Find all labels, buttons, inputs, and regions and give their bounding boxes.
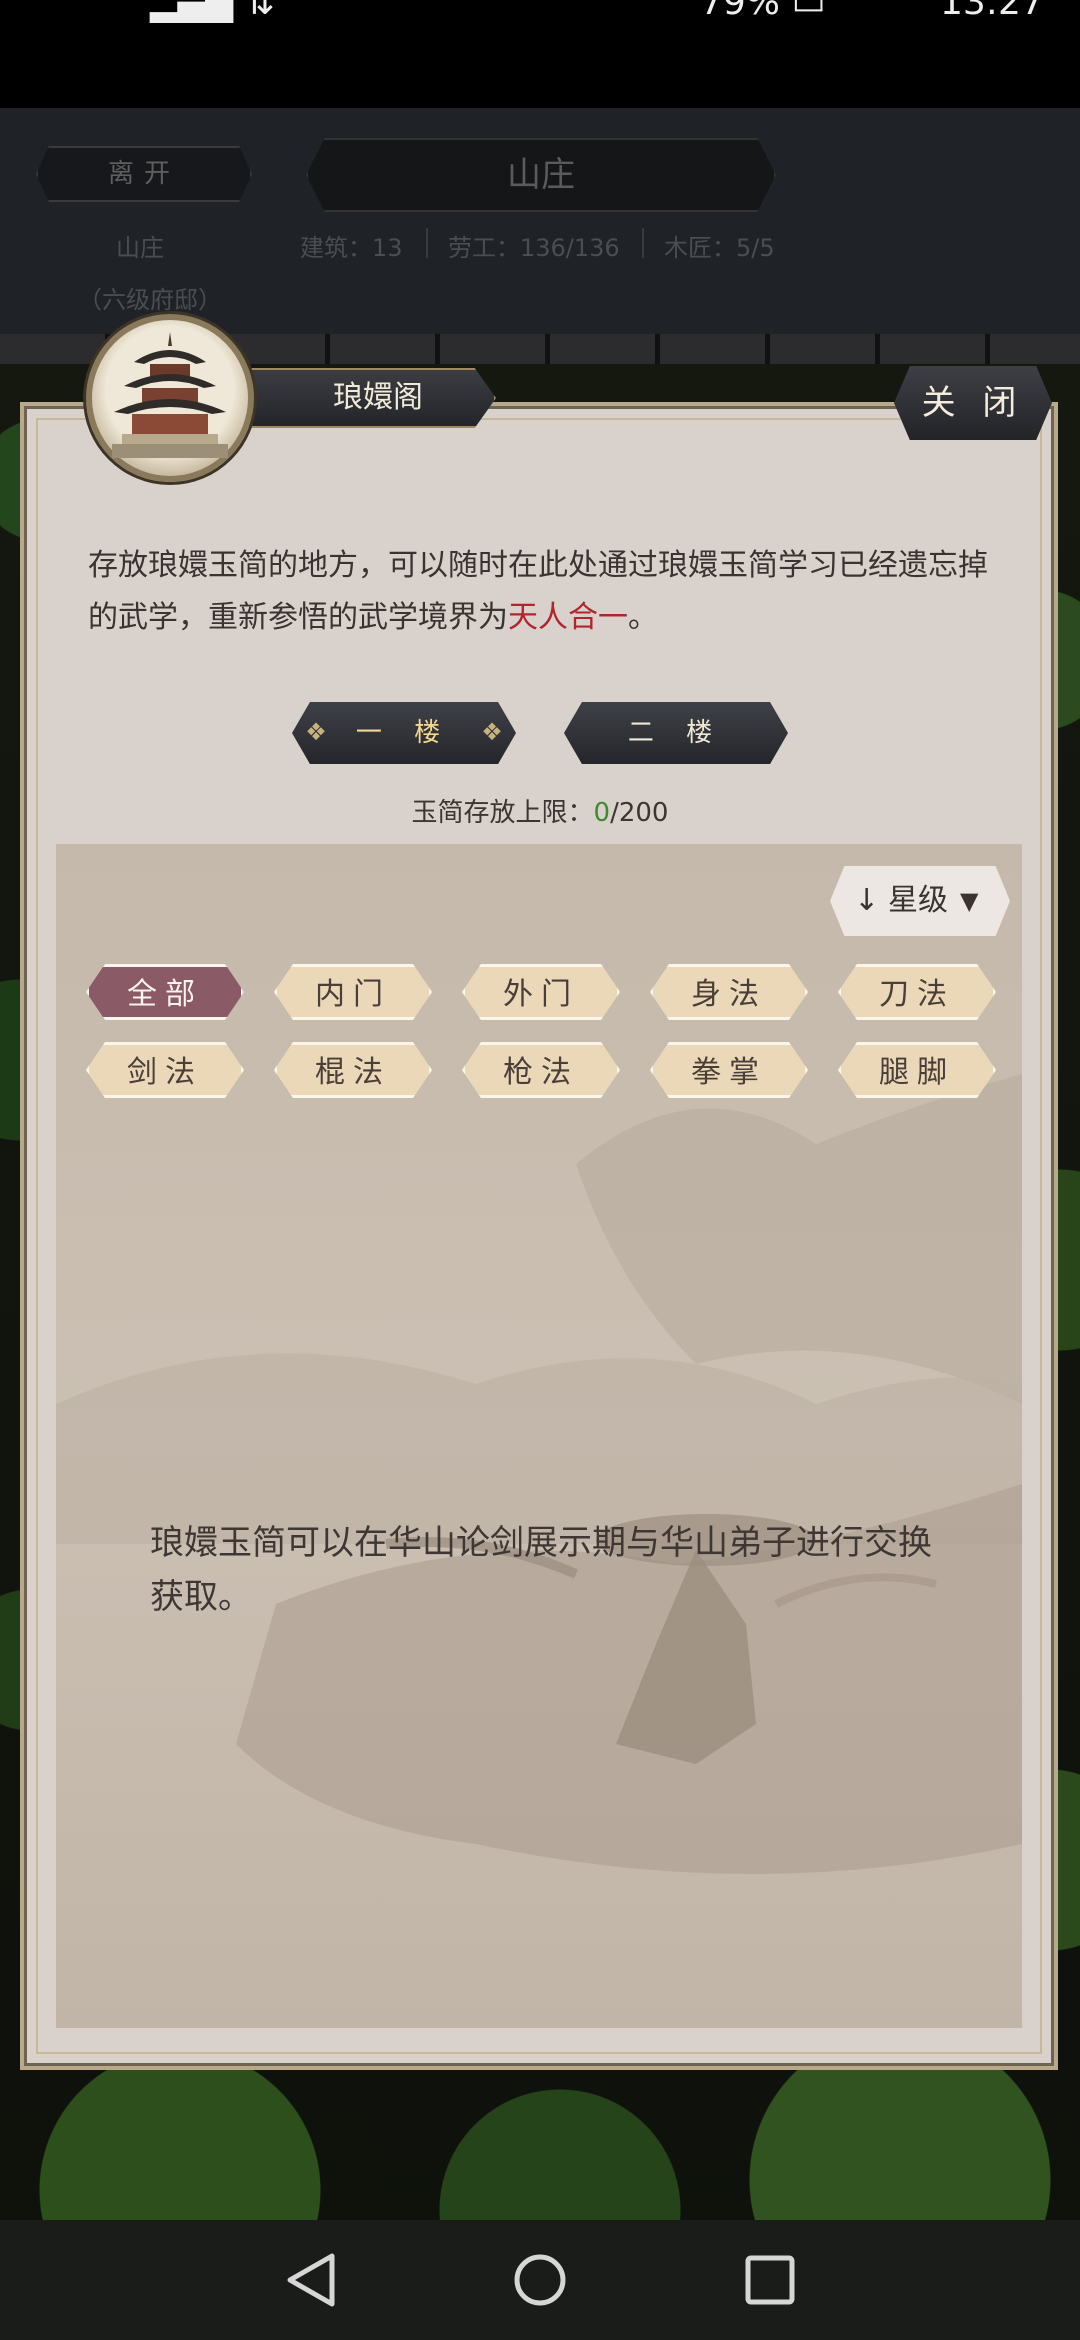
arrow-down-icon: ↓ [854, 883, 880, 918]
capacity-current: 0 [593, 798, 611, 828]
close-button[interactable]: 关 闭 [894, 366, 1052, 440]
floor-2-tab[interactable]: 二 楼 [564, 702, 788, 764]
floor-1-tab[interactable]: ❖ 一 楼 ❖ [292, 702, 516, 764]
ink-landscape-illustration [56, 1074, 1022, 1874]
clock: 13:27 [940, 0, 1044, 23]
stat-carpenters: 木匠：5/5 [664, 234, 775, 262]
triangle-down-icon: ▼ [960, 887, 979, 915]
storage-capacity: 玉简存放上限：0/200 [0, 792, 1080, 829]
filter-inner[interactable]: 内门 [274, 964, 432, 1020]
battery-indicator: 79% ▭ [700, 0, 825, 23]
filter-all[interactable]: 全部 [86, 964, 244, 1020]
filter-movement[interactable]: 身法 [650, 964, 808, 1020]
filter-outer[interactable]: 外门 [462, 964, 620, 1020]
scroll-list-area[interactable] [56, 844, 1022, 2028]
divider [642, 228, 644, 258]
empty-list-message: 琅嬛玉简可以在华山论剑展示期与华山弟子进行交换获取。 [150, 1523, 932, 1617]
stat-labor: 劳工：136/136 [448, 234, 620, 262]
estate-level: （六级府邸） [78, 286, 222, 314]
navigation-bar [0, 2220, 1080, 2340]
divider [426, 228, 428, 258]
sort-label: 星级 [888, 883, 948, 918]
stat-buildings: 建筑：13 [300, 234, 403, 262]
sort-star-button[interactable]: ↓ 星级 ▼ [830, 866, 1010, 936]
battery-percent: 79% [700, 0, 781, 23]
signal-icon: ▂▄▆ ⇅ [150, 0, 275, 23]
estate-name: 山庄 [116, 234, 164, 262]
floor-2-label: 二 楼 [627, 718, 725, 748]
status-bar: ▂▄▆ ⇅ 79% ▭ 13:27 [0, 0, 1080, 108]
panel-title: 琅嬛阁 [230, 368, 496, 428]
estate-title: 山庄 [306, 138, 776, 212]
capacity-label: 玉简存放上限： [411, 798, 594, 828]
description-end: 。 [628, 600, 658, 635]
filter-saber[interactable]: 刀法 [838, 964, 996, 1020]
pavilion-description: 存放琅嬛玉简的地方，可以随时在此处通过琅嬛玉简学习已经遗忘掉的武学，重新参悟的武… [88, 540, 988, 644]
back-icon[interactable] [284, 2252, 338, 2308]
recents-icon[interactable] [744, 2254, 796, 2306]
filter-sword[interactable]: 剑法 [86, 1042, 244, 1098]
filter-staff[interactable]: 棍法 [274, 1042, 432, 1098]
floor-1-label: 一 楼 [355, 718, 453, 748]
pavilion-avatar [86, 314, 254, 482]
filter-spear[interactable]: 枪法 [462, 1042, 620, 1098]
filter-fist[interactable]: 拳掌 [650, 1042, 808, 1098]
capacity-max: /200 [610, 798, 669, 828]
ornament-icon: ❖ [305, 718, 327, 746]
ornament-icon: ❖ [481, 718, 503, 746]
home-icon[interactable] [512, 2252, 568, 2308]
leave-button[interactable]: 离开 [36, 146, 252, 202]
filter-leg[interactable]: 腿脚 [838, 1042, 996, 1098]
realm-highlight: 天人合一 [508, 600, 628, 635]
pagoda-icon [112, 332, 228, 458]
